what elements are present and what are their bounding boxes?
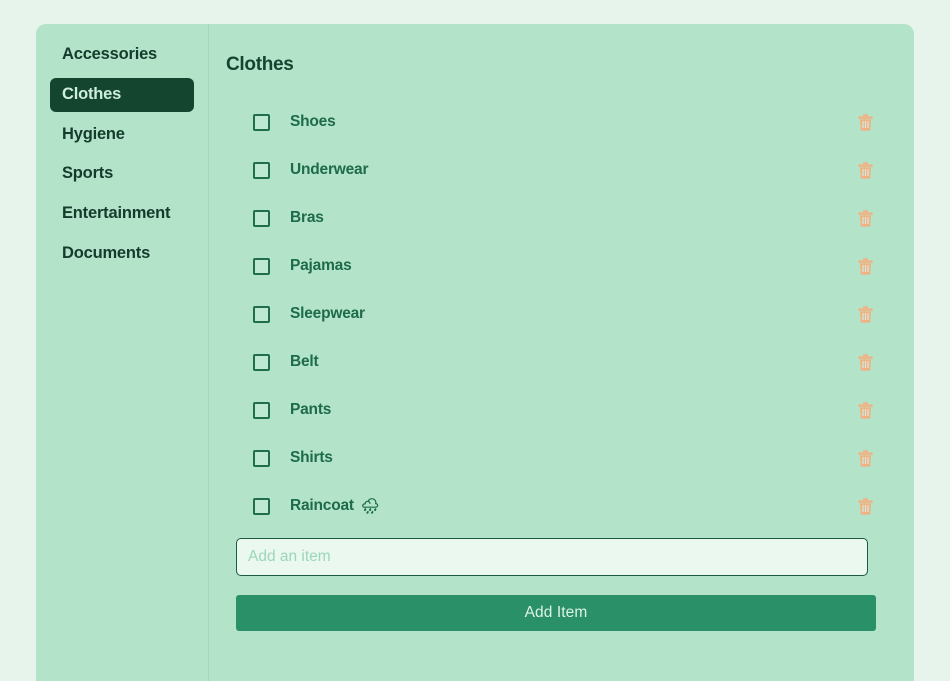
add-item-input[interactable] (236, 538, 868, 576)
item-label: Bras (290, 209, 324, 227)
list-item: Sleepwear (226, 290, 894, 338)
trash-icon (857, 257, 873, 275)
item-label: Sleepwear (290, 305, 365, 323)
sidebar-item-entertainment[interactable]: Entertainment (50, 197, 194, 231)
delete-item-button[interactable] (854, 159, 876, 181)
trash-icon (857, 161, 873, 179)
item-checkbox[interactable] (253, 209, 270, 227)
main-content: Clothes Shoes Underwear Bras Pajamas Sleepwe… (209, 24, 914, 681)
page-title: Clothes (226, 54, 294, 75)
sidebar-item-sports[interactable]: Sports (50, 157, 194, 191)
list-item: Shoes (226, 98, 894, 146)
delete-item-button[interactable] (854, 351, 876, 373)
item-checkbox[interactable] (253, 449, 270, 467)
delete-item-button[interactable] (854, 255, 876, 277)
checklist: Shoes Underwear Bras Pajamas Sleepwear Belt Pa… (226, 98, 894, 530)
sidebar-item-documents[interactable]: Documents (50, 237, 194, 271)
category-sidebar: Accessories Clothes Hygiene Sports Entertain… (36, 24, 209, 681)
item-label-text: Underwear (290, 161, 369, 178)
item-label: Pajamas (290, 257, 352, 275)
item-label: Underwear (290, 161, 369, 179)
item-label-text: Raincoat (290, 497, 354, 514)
trash-icon (857, 353, 873, 371)
trash-icon (857, 209, 873, 227)
delete-item-button[interactable] (854, 447, 876, 469)
trash-icon (857, 449, 873, 467)
item-label-text: Sleepwear (290, 305, 365, 322)
item-label: Raincoat 🌧 (290, 497, 380, 515)
list-item: Belt (226, 338, 894, 386)
delete-item-button[interactable] (854, 111, 876, 133)
add-item-form: Add Item (226, 530, 894, 631)
item-label: Belt (290, 353, 319, 371)
sidebar-item-hygiene[interactable]: Hygiene (50, 118, 194, 152)
item-label: Shirts (290, 449, 333, 467)
item-label-text: Shirts (290, 449, 333, 466)
list-item: Bras (226, 194, 894, 242)
list-item: Pajamas (226, 242, 894, 290)
item-label-text: Pajamas (290, 257, 352, 274)
list-item: Underwear (226, 146, 894, 194)
item-checkbox[interactable] (253, 113, 270, 131)
item-label-text: Pants (290, 401, 332, 418)
trash-icon (857, 401, 873, 419)
item-checkbox[interactable] (253, 401, 270, 419)
add-item-button[interactable]: Add Item (236, 595, 876, 631)
app-window: Accessories Clothes Hygiene Sports Entertain… (36, 24, 914, 681)
delete-item-button[interactable] (854, 399, 876, 421)
item-checkbox[interactable] (253, 353, 270, 371)
trash-icon (857, 305, 873, 323)
rain-cloud-icon: 🌧 (360, 497, 380, 515)
sidebar-item-clothes[interactable]: Clothes (50, 77, 194, 112)
trash-icon (857, 113, 873, 131)
item-checkbox[interactable] (253, 161, 270, 179)
delete-item-button[interactable] (854, 207, 876, 229)
item-checkbox[interactable] (253, 305, 270, 323)
list-item: Raincoat 🌧 (226, 482, 894, 530)
item-checkbox[interactable] (253, 497, 270, 515)
item-label: Pants (290, 401, 331, 419)
item-label-text: Bras (290, 209, 324, 226)
item-label: Shoes (290, 113, 336, 131)
sidebar-item-accessories[interactable]: Accessories (50, 38, 194, 72)
delete-item-button[interactable] (854, 303, 876, 325)
item-label-text: Belt (290, 353, 319, 370)
item-label-text: Shoes (290, 113, 336, 130)
delete-item-button[interactable] (854, 495, 876, 517)
item-checkbox[interactable] (253, 257, 270, 275)
list-item: Shirts (226, 434, 894, 482)
trash-icon (857, 497, 873, 515)
list-item: Pants (226, 386, 894, 434)
